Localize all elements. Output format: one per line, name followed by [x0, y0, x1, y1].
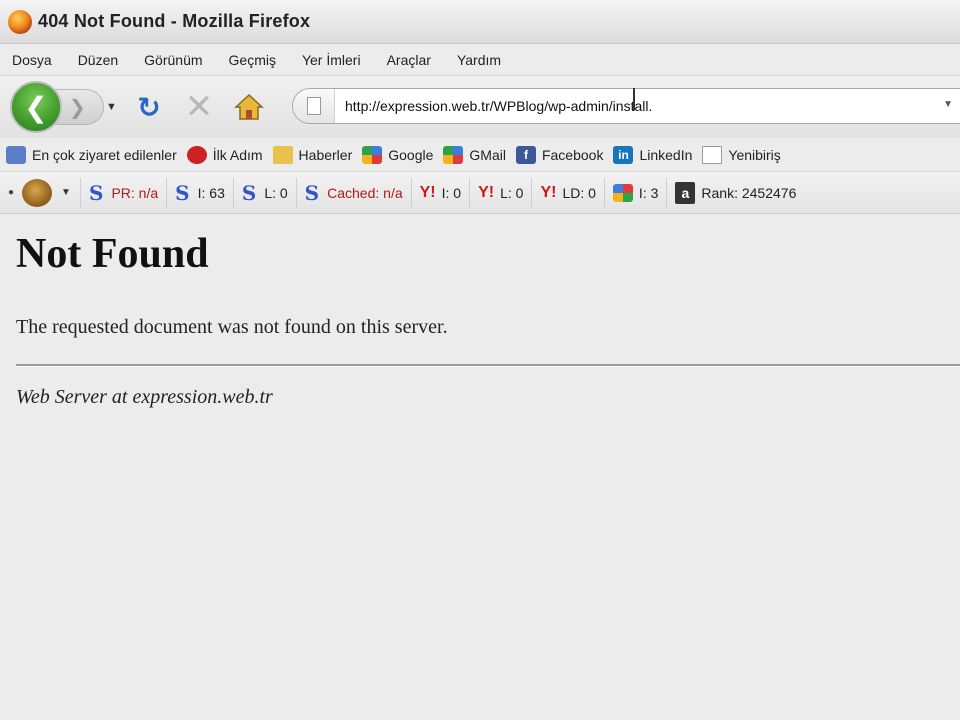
yahoo-y-icon: Y! [540, 183, 557, 201]
site-identity-button[interactable] [293, 89, 335, 123]
page-content: Not Found The requested document was not… [0, 214, 960, 720]
gmail-icon [443, 145, 464, 164]
page-icon [702, 145, 723, 164]
page-title: Not Found [16, 231, 209, 277]
menu-tools[interactable]: Araçlar [387, 52, 431, 68]
history-dropdown[interactable]: ▼ [106, 101, 120, 113]
bookmark-facebook[interactable]: f Facebook [515, 145, 603, 164]
address-bar[interactable]: http://expression.web.tr/WPBlog/wp-admin… [292, 88, 960, 124]
google-s-icon: S [175, 180, 190, 205]
firefox-logo-icon [8, 9, 32, 34]
reload-icon: ↻ [137, 91, 161, 123]
url-input[interactable]: http://expression.web.tr/WPBlog/wp-admin… [335, 98, 652, 114]
navigation-toolbar: ❮ ❯ ▼ ↻ ✕ http://expression.web.tr/WPBlo… [0, 76, 960, 138]
forward-arrow-icon: ❯ [69, 96, 86, 119]
url-dropdown-icon[interactable]: ▼ [943, 99, 953, 110]
bookmark-yenibiris[interactable]: Yenibiriş [702, 145, 781, 164]
divider [16, 364, 960, 367]
seo-msn-index[interactable]: I: 3 [603, 177, 666, 208]
error-message: The requested document was not found on … [16, 316, 448, 338]
back-arrow-icon: ❮ [24, 91, 48, 123]
toolbar-grip[interactable]: ● [0, 187, 22, 198]
stop-button[interactable]: ✕ [178, 86, 220, 128]
rss-folder-icon [272, 145, 293, 164]
text-cursor [633, 88, 635, 110]
seo-google-index[interactable]: S I: 63 [166, 177, 233, 208]
facebook-icon: f [515, 145, 536, 164]
menu-file[interactable]: Dosya [12, 52, 52, 68]
seo-google-cached[interactable]: S Cached: n/a [295, 177, 411, 208]
window-titlebar: 404 Not Found - Mozilla Firefox [0, 0, 960, 44]
bookmark-gmail[interactable]: GMail [443, 145, 506, 164]
yahoo-y-icon: Y! [478, 183, 495, 201]
google-s-icon: S [304, 180, 320, 205]
seo-alexa-rank[interactable]: a Rank: 2452476 [666, 177, 804, 208]
bookmark-first-steps[interactable]: İlk Adım [186, 145, 263, 164]
bookmark-google[interactable]: Google [362, 145, 433, 164]
msn-icon [612, 183, 633, 202]
google-icon [362, 145, 383, 164]
seoquake-logo-icon[interactable] [22, 178, 52, 207]
alexa-rank-icon: a [675, 181, 696, 204]
bookmarks-toolbar: En çok ziyaret edilenler İlk Adım Haberl… [0, 138, 960, 172]
stop-icon: ✕ [184, 88, 214, 126]
reload-button[interactable]: ↻ [128, 86, 170, 128]
seo-yahoo-links[interactable]: Y! L: 0 [469, 177, 531, 208]
google-s-icon: S [89, 180, 104, 205]
first-steps-icon [186, 145, 207, 164]
menu-bar: Dosya Düzen Görünüm Geçmiş Yer İmleri Ar… [0, 44, 960, 76]
menu-help[interactable]: Yardım [457, 52, 501, 68]
most-visited-icon [6, 145, 26, 164]
server-address: Web Server at expression.web.tr [16, 386, 273, 408]
home-button[interactable] [228, 86, 270, 128]
seo-yahoo-index[interactable]: Y! I: 0 [410, 177, 469, 208]
seo-toolbar: ● ▼ S PR: n/a S I: 63 S L: 0 S Cached: n… [0, 172, 960, 214]
yahoo-y-icon: Y! [419, 183, 436, 201]
menu-edit[interactable]: Düzen [78, 52, 118, 68]
seo-google-links[interactable]: S L: 0 [232, 177, 296, 208]
bookmark-haberler[interactable]: Haberler [272, 145, 352, 164]
seoquake-dropdown[interactable]: ▼ [52, 187, 80, 198]
bookmark-most-visited[interactable]: En çok ziyaret edilenler [6, 145, 177, 164]
home-icon [234, 93, 264, 120]
menu-bookmarks[interactable]: Yer İmleri [302, 52, 361, 68]
google-s-icon: S [241, 180, 257, 205]
bookmark-linkedin[interactable]: in LinkedIn [613, 145, 692, 164]
menu-history[interactable]: Geçmiş [229, 52, 276, 68]
seo-google-pagerank[interactable]: S PR: n/a [80, 177, 166, 208]
seo-yahoo-link-domain[interactable]: Y! LD: 0 [531, 177, 603, 208]
page-icon [306, 97, 321, 115]
back-button[interactable]: ❮ [10, 81, 62, 133]
linkedin-icon: in [613, 145, 634, 164]
menu-view[interactable]: Görünüm [144, 52, 202, 68]
window-title: 404 Not Found - Mozilla Firefox [38, 11, 311, 31]
